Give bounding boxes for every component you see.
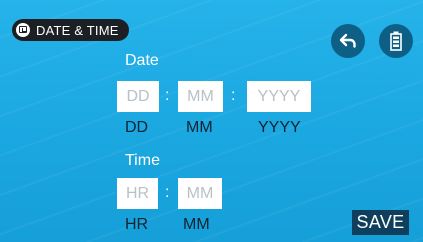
- minute-caption: MM: [183, 216, 210, 233]
- battery-icon: [390, 31, 402, 51]
- day-caption: DD: [125, 119, 149, 136]
- save-button[interactable]: SAVE: [352, 210, 409, 235]
- screen-title-badge: DATE & TIME: [12, 19, 129, 41]
- date-separator: :: [231, 87, 236, 104]
- time-separator: :: [165, 184, 170, 201]
- screen-title: DATE & TIME: [36, 22, 119, 38]
- back-button[interactable]: [331, 24, 365, 58]
- year-caption: YYYY: [258, 119, 301, 136]
- year-input[interactable]: YYYY: [247, 81, 311, 112]
- day-input[interactable]: DD: [117, 81, 159, 112]
- date-time-screen: DATE & TIME Date DD : MM : YYYY DD MM YY…: [0, 0, 423, 242]
- calendar-clock-icon: [16, 23, 30, 37]
- month-caption: MM: [186, 119, 213, 136]
- minute-input[interactable]: MM: [178, 178, 222, 209]
- hour-caption: HR: [125, 216, 149, 233]
- time-label: Time: [125, 152, 160, 169]
- battery-button[interactable]: [379, 24, 413, 58]
- date-separator: :: [165, 87, 170, 104]
- back-arrow-icon: [339, 33, 356, 48]
- hour-input[interactable]: HR: [117, 178, 158, 209]
- month-input[interactable]: MM: [178, 81, 223, 112]
- date-label: Date: [125, 52, 159, 69]
